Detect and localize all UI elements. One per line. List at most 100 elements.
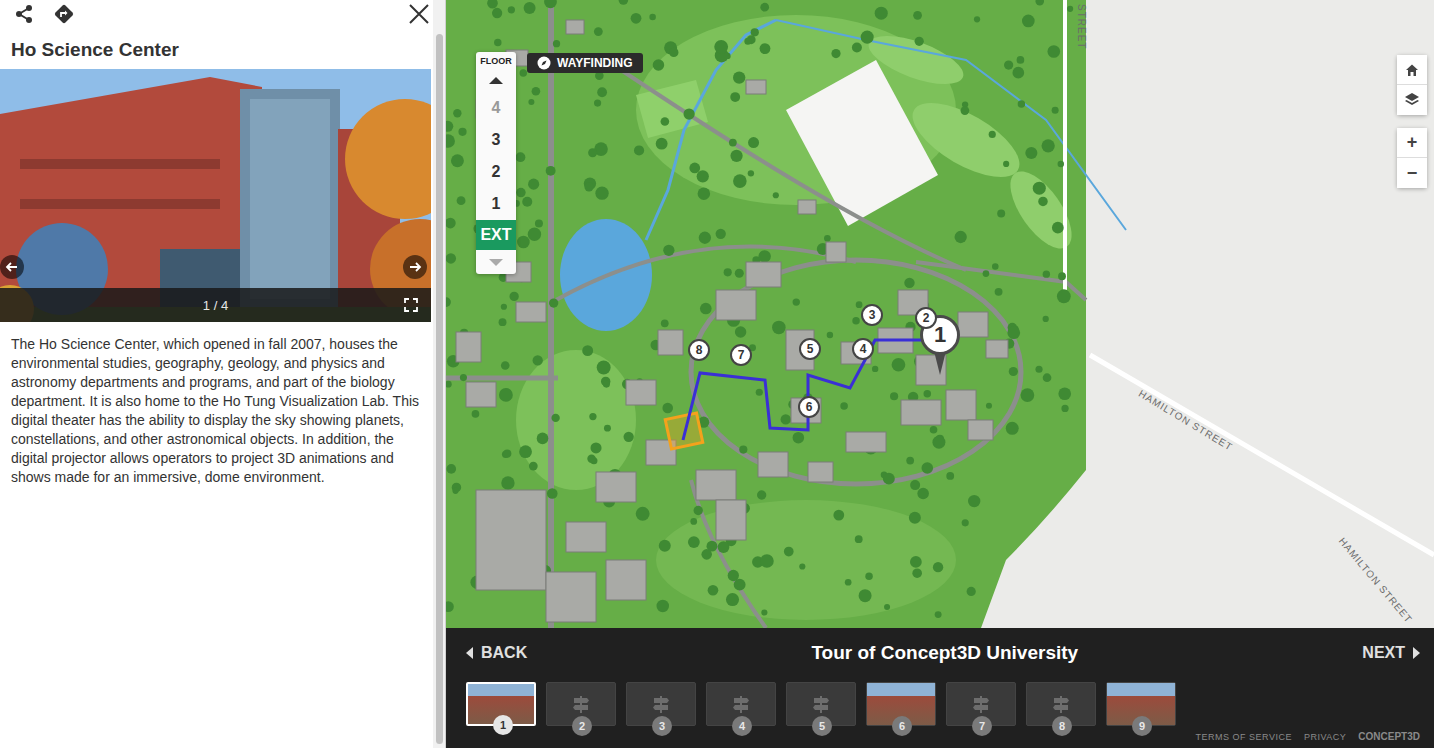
directions-button[interactable] [52, 2, 76, 26]
tree [756, 389, 763, 396]
tree [714, 40, 728, 54]
building[interactable] [658, 330, 683, 355]
tree [582, 345, 593, 356]
footer-link[interactable]: PRIVACY [1304, 732, 1346, 742]
floor-option[interactable]: 4 [476, 92, 516, 124]
close-button[interactable] [407, 2, 431, 26]
home-button[interactable] [1397, 55, 1427, 85]
next-photo-button[interactable] [403, 255, 427, 279]
floor-option[interactable]: 2 [476, 156, 516, 188]
previous-photo-button[interactable] [0, 255, 24, 279]
layers-button[interactable] [1397, 85, 1427, 115]
building[interactable] [546, 572, 596, 622]
footer-link[interactable]: TERMS OF SERVICE [1196, 732, 1292, 742]
building[interactable] [566, 522, 606, 552]
stop-marker[interactable]: 7 [730, 344, 752, 366]
tree [624, 432, 634, 442]
tour-thumbnail[interactable]: 4 [706, 682, 776, 726]
floor-up-button[interactable] [476, 68, 516, 92]
tree [760, 43, 771, 54]
photo-carousel[interactable]: 1 / 4 [0, 69, 431, 322]
building[interactable] [901, 400, 941, 425]
building[interactable] [466, 382, 496, 407]
tree [446, 381, 452, 388]
building[interactable] [696, 470, 736, 500]
floor-down-button[interactable] [476, 250, 516, 274]
tree [446, 601, 454, 612]
building[interactable] [746, 262, 781, 287]
tree [1017, 56, 1025, 64]
tree [661, 319, 669, 327]
panel-scrollbar[interactable] [433, 0, 445, 748]
floor-option[interactable]: 3 [476, 124, 516, 156]
next-button[interactable]: NEXT [1362, 644, 1420, 662]
building[interactable] [758, 452, 788, 477]
tour-thumbnail[interactable]: 1 [466, 682, 536, 726]
stop-marker[interactable]: 5 [799, 338, 821, 360]
tree [533, 355, 543, 365]
building[interactable] [456, 332, 481, 362]
zoom-in-button[interactable]: + [1397, 128, 1427, 158]
wayfinding-button[interactable]: WAYFINDING [527, 53, 643, 73]
tree [694, 506, 703, 515]
tree [845, 579, 852, 586]
building[interactable] [626, 380, 656, 405]
stop-marker[interactable]: 8 [688, 339, 710, 361]
building[interactable] [798, 200, 816, 214]
tree [915, 37, 924, 46]
tour-thumbnail[interactable]: 9 [1106, 682, 1176, 726]
building[interactable] [566, 20, 584, 34]
building[interactable] [516, 302, 546, 322]
tree [1021, 388, 1035, 402]
tour-thumbnail[interactable]: 5 [786, 682, 856, 726]
tree [587, 455, 595, 463]
building[interactable] [846, 432, 886, 452]
building[interactable] [808, 462, 833, 482]
building[interactable] [986, 340, 1008, 358]
tree [718, 541, 730, 553]
tour-thumbnail[interactable]: 8 [1026, 682, 1096, 726]
tour-thumbnail[interactable]: 7 [946, 682, 1016, 726]
building[interactable] [596, 472, 636, 502]
tree [553, 40, 560, 47]
tree [983, 270, 990, 277]
floor-option[interactable]: 1 [476, 188, 516, 220]
tree [700, 303, 712, 315]
zoom-out-button[interactable]: − [1397, 158, 1427, 188]
tree [528, 179, 539, 190]
campus-map[interactable]: HAMILTON STREETHAMILTON STREETSTREET1234… [446, 0, 1434, 628]
stop-marker[interactable]: 4 [852, 338, 874, 360]
stop-marker[interactable]: 2 [915, 307, 937, 329]
tour-thumbnail[interactable]: 3 [626, 682, 696, 726]
tree [595, 186, 608, 199]
tree [890, 392, 898, 400]
map-canvas[interactable]: HAMILTON STREETHAMILTON STREETSTREET [446, 0, 1434, 628]
stop-marker[interactable]: 3 [861, 304, 883, 326]
building[interactable] [946, 390, 976, 420]
building[interactable] [968, 420, 993, 440]
street-label: STREET [1076, 4, 1087, 49]
building[interactable] [716, 290, 756, 320]
building[interactable] [716, 500, 746, 540]
back-button[interactable]: BACK [466, 644, 527, 662]
tour-thumbnail[interactable]: 2 [546, 682, 616, 726]
stop-marker[interactable]: 6 [798, 396, 820, 418]
fullscreen-icon[interactable] [404, 298, 418, 312]
building[interactable] [476, 490, 546, 590]
building[interactable] [958, 312, 988, 337]
building[interactable] [746, 80, 766, 94]
brand-logo[interactable]: CONCEPT3D [1358, 731, 1420, 742]
tree [773, 192, 779, 198]
building[interactable] [606, 560, 646, 600]
tree [662, 403, 673, 414]
tree [457, 196, 466, 205]
tree [708, 585, 719, 596]
tree [757, 490, 766, 499]
photo-counter-bar: 1 / 4 [0, 288, 431, 322]
share-button[interactable] [12, 2, 36, 26]
scrollbar-thumb[interactable] [436, 34, 443, 744]
tree [1012, 67, 1024, 79]
floor-option[interactable]: EXT [476, 220, 516, 250]
building[interactable] [826, 242, 846, 262]
tour-thumbnail[interactable]: 6 [866, 682, 936, 726]
